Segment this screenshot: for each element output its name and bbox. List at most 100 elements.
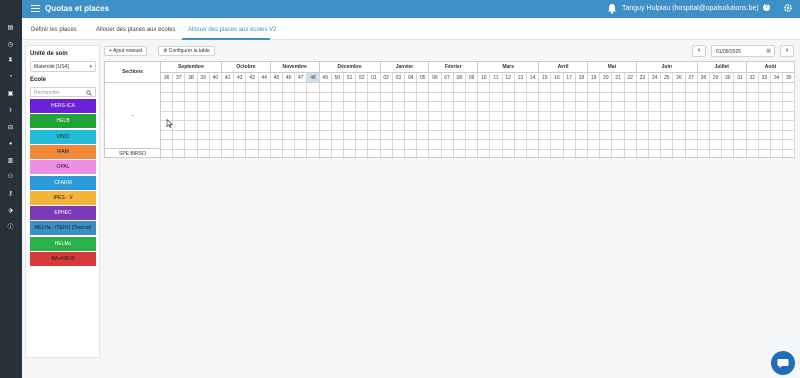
grid-cell[interactable] [368,111,381,121]
grid-cell[interactable] [502,102,515,112]
grid-cell[interactable] [734,130,747,140]
grid-cell[interactable] [527,149,540,159]
grid-cell[interactable] [746,83,759,93]
school-item[interactable]: HELMo [30,236,96,251]
grid-cell[interactable] [222,92,235,102]
grid-cell[interactable] [478,121,491,131]
grid-cell[interactable] [697,92,710,102]
grid-cell[interactable] [636,121,649,131]
grid-cell[interactable] [625,149,637,159]
grid-cell[interactable] [319,121,332,131]
grid-cell[interactable] [564,149,576,159]
grid-cell[interactable] [198,149,210,159]
grid-cell[interactable] [551,121,564,131]
grid-cell[interactable] [344,83,357,93]
hourglass-icon[interactable]: ⧗ [6,56,15,65]
gauge-icon[interactable]: ◔ [6,73,15,82]
grid-cell[interactable] [612,102,625,112]
grid-cell[interactable] [307,149,320,159]
grid-cell[interactable] [722,130,735,140]
grid-cell[interactable] [490,130,503,140]
grid-cell[interactable] [453,121,466,131]
grid-cell[interactable] [514,121,527,131]
grid-cell[interactable] [270,111,283,121]
grid-cell[interactable] [478,149,491,159]
grid-cell[interactable] [429,121,442,131]
stethoscope-icon[interactable]: ⚕ [6,106,15,115]
grid-cell[interactable] [185,102,198,112]
grid-cell[interactable] [441,121,454,131]
grid-cell[interactable] [380,111,393,121]
grid-cell[interactable] [246,83,259,93]
keys-icon[interactable]: ⚷ [6,189,15,198]
grid-cell[interactable] [734,83,747,93]
grid-cell[interactable] [368,130,381,140]
grid-cell[interactable] [539,83,552,93]
school-item[interactable]: VINCI [30,129,96,144]
configure-table-button[interactable]: ⚙ Configurer la table [158,46,215,56]
grid-cell[interactable] [441,83,454,93]
grid-cell[interactable] [478,83,491,93]
grid-cell[interactable] [771,83,784,93]
grid-cell[interactable] [319,130,332,140]
grid-cell[interactable] [185,121,198,131]
grid-cell[interactable] [600,83,613,93]
grid-cell[interactable] [380,83,393,93]
grid-cell[interactable] [222,121,235,131]
grid-cell[interactable] [673,121,686,131]
grid-cell[interactable] [258,130,271,140]
grid-cell[interactable] [539,102,552,112]
grid-cell[interactable] [356,102,369,112]
school-item[interactable]: BA+HBO5 [30,252,96,266]
grid-cell[interactable] [429,111,442,121]
grid-cell[interactable] [466,83,479,93]
user-name[interactable]: Tanguy Hulpiau (hospital@opalsolutions.b… [622,5,759,12]
grid-cell[interactable] [283,121,296,131]
grid-cell[interactable] [771,111,784,121]
grid-cell[interactable] [783,111,796,121]
grid-cell[interactable] [649,83,662,93]
grid-cell[interactable] [722,102,735,112]
grid-cell[interactable] [636,83,649,93]
grid-cell[interactable] [563,92,576,102]
grid-cell[interactable] [563,102,576,112]
grid-cell[interactable] [234,121,247,131]
tab-define-places[interactable]: Définir les places [31,27,77,33]
grid-cell[interactable] [734,111,747,121]
grid-cell[interactable] [697,130,710,140]
grid-cell[interactable] [270,121,283,131]
calendar-icon[interactable]: ▤ [6,23,15,32]
grid-cell[interactable] [527,83,540,93]
grid-cell[interactable] [344,130,357,140]
grid-cell[interactable] [563,130,576,140]
grid-cell[interactable] [209,130,222,140]
grid-cell[interactable] [734,92,747,102]
grid-cell[interactable] [697,83,710,93]
grid-cell[interactable] [539,130,552,140]
grid-cell[interactable] [685,121,698,131]
grid-cell[interactable] [161,83,174,93]
grid-cell[interactable] [405,111,418,121]
grid-cell[interactable] [514,83,527,93]
school-item[interactable]: IPES - V [30,190,96,205]
grid-cell[interactable] [392,121,405,131]
grid-cell[interactable] [283,102,296,112]
grid-cell[interactable] [478,130,491,140]
grid-cell[interactable] [222,83,235,93]
grid-cell[interactable] [502,121,515,131]
grid-cell[interactable] [600,130,613,140]
chat-button[interactable] [771,351,795,375]
grid-cell[interactable] [722,149,735,159]
grid-cell[interactable] [234,102,247,112]
grid-cell[interactable] [551,83,564,93]
grid-cell[interactable] [466,111,479,121]
grid-cell[interactable] [527,111,540,121]
grid-cell[interactable] [710,121,723,131]
grid-cell[interactable] [466,130,479,140]
grid-cell[interactable] [600,149,613,159]
grid-cell[interactable] [746,121,759,131]
grid-cell[interactable] [258,92,271,102]
grid-cell[interactable] [576,149,588,159]
grid-cell[interactable] [283,111,296,121]
grid-cell[interactable] [685,83,698,93]
